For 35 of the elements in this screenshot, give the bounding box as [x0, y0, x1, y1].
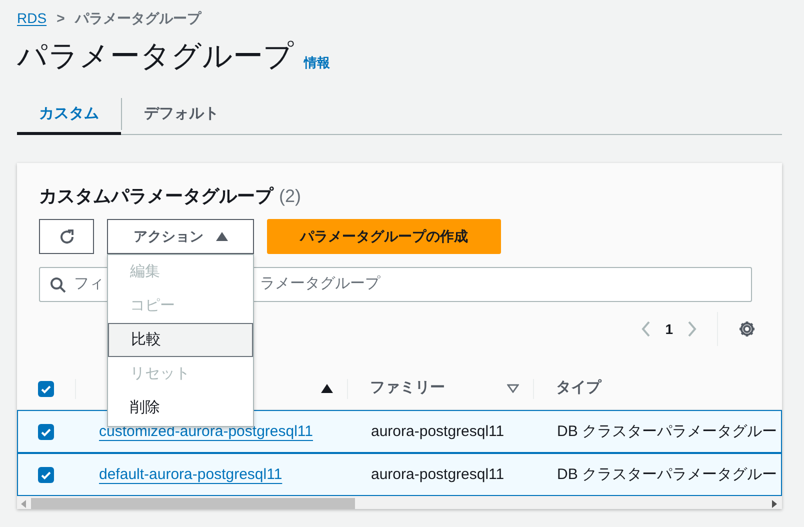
page-number[interactable]: 1 — [665, 318, 673, 340]
refresh-icon — [58, 228, 76, 246]
scroll-right-icon[interactable] — [772, 500, 778, 508]
panel-title: カスタムパラメータグループ — [39, 185, 273, 208]
table-cell: DB クラスターパラメータグルー — [557, 466, 778, 482]
horizontal-scrollbar[interactable] — [17, 496, 782, 509]
sort-ascending-icon[interactable] — [321, 384, 333, 393]
menu-item: リセット — [129, 364, 191, 384]
column-header[interactable]: ファミリー — [370, 377, 445, 400]
sort-icon[interactable] — [507, 384, 519, 393]
item-count: (2) — [279, 185, 301, 208]
create-button[interactable]: パラメータグループの作成 — [267, 219, 501, 254]
checkbox[interactable] — [38, 424, 54, 440]
table-cell: aurora-postgresql11 — [371, 422, 504, 440]
checkbox[interactable] — [38, 466, 54, 482]
column-header[interactable]: タイプ — [556, 377, 601, 400]
table-cell: DB クラスターパラメータグルー — [557, 422, 778, 440]
caret-up-icon — [216, 232, 228, 241]
tab[interactable]: カスタム — [17, 93, 121, 135]
table-cell: aurora-postgresql11 — [371, 466, 504, 482]
page-title: パラメータグループ — [17, 39, 294, 75]
refresh-button[interactable] — [39, 219, 94, 254]
menu-item[interactable]: 比較 — [108, 323, 253, 357]
breadcrumb-separator: > — [56, 8, 65, 28]
info-link[interactable]: 情報 — [304, 52, 330, 72]
group-name-link[interactable]: customized-aurora-postgresql11 — [99, 422, 313, 440]
search-icon — [50, 276, 66, 292]
breadcrumb-link[interactable]: RDS — [17, 8, 47, 28]
settings-icon[interactable] — [738, 320, 756, 338]
table-row[interactable]: default-aurora-postgresql11 aurora-postgresql11 DB クラスターパラメータグルー — [17, 453, 782, 496]
tab[interactable]: デフォルト — [122, 93, 241, 135]
checkbox[interactable] — [38, 380, 54, 396]
actions-button[interactable]: アクション — [107, 219, 254, 254]
breadcrumb-current: パラメータグループ — [74, 8, 201, 28]
group-name-link[interactable]: default-aurora-postgresql11 — [99, 466, 282, 482]
